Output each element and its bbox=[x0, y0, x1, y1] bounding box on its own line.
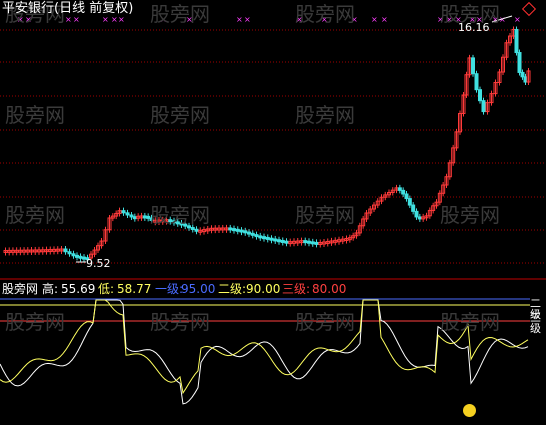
candle bbox=[269, 237, 274, 241]
watermark: 股旁网 bbox=[5, 310, 65, 334]
low-price-label: 9.52 bbox=[86, 257, 111, 270]
level1-value: 95.00 bbox=[181, 282, 216, 296]
watermark: 股旁网 bbox=[295, 203, 355, 227]
candle bbox=[239, 229, 244, 233]
candle bbox=[262, 236, 266, 240]
candle bbox=[254, 234, 259, 238]
candle bbox=[71, 253, 76, 257]
candle bbox=[121, 210, 126, 214]
candle bbox=[78, 255, 83, 259]
indicator-name: 股旁网 bbox=[2, 282, 39, 296]
signal-marker: × bbox=[118, 15, 125, 24]
high-value: 55.69 bbox=[61, 282, 96, 296]
candle bbox=[273, 238, 278, 242]
watermark: 股旁网 bbox=[150, 103, 210, 127]
candle bbox=[247, 231, 251, 235]
candle bbox=[303, 240, 308, 244]
candle bbox=[194, 228, 199, 232]
watermark: 股旁网 bbox=[440, 310, 500, 334]
level3-right-label: 三级 bbox=[530, 311, 541, 335]
low-label: 低: bbox=[98, 282, 115, 296]
candle bbox=[517, 52, 522, 73]
candle bbox=[63, 248, 68, 253]
watermark: 股旁网 bbox=[150, 203, 210, 227]
candle bbox=[250, 232, 255, 236]
signal-marker: × bbox=[111, 15, 118, 24]
level3-value: 80.00 bbox=[312, 282, 347, 296]
candle bbox=[471, 57, 475, 75]
candle bbox=[404, 193, 409, 200]
candle bbox=[411, 204, 416, 212]
watermark: 股旁网 bbox=[295, 2, 355, 26]
chart-window: × × × × × × × × × × × × × × × × × × × × × × × × 股旁网 股旁网 股旁网 股旁网… bbox=[0, 0, 546, 421]
signal-marker: × bbox=[102, 15, 109, 24]
high-label: 高: bbox=[42, 282, 59, 296]
level2-value: 90.00 bbox=[246, 282, 281, 296]
candle bbox=[277, 239, 281, 243]
watermark: 股旁网 bbox=[295, 103, 355, 127]
watermark: 股旁网 bbox=[295, 310, 355, 334]
signal-marker: × bbox=[236, 15, 243, 24]
candle bbox=[129, 214, 134, 218]
candle bbox=[417, 216, 422, 220]
peak-price-label: 16.16 bbox=[458, 21, 490, 34]
candle bbox=[280, 239, 285, 243]
low-value: 58.77 bbox=[117, 282, 152, 296]
candle bbox=[407, 198, 412, 206]
level3-label: 三级: bbox=[282, 282, 311, 296]
candle bbox=[228, 227, 233, 231]
candle bbox=[478, 89, 482, 102]
candle bbox=[514, 28, 519, 54]
chart-title: 平安银行(日线 前复权) bbox=[2, 1, 134, 16]
candle bbox=[243, 230, 248, 234]
candle bbox=[481, 100, 486, 113]
candle bbox=[314, 241, 319, 245]
level1-label: 一级: bbox=[155, 282, 184, 296]
signal-marker: × bbox=[244, 15, 251, 24]
candle bbox=[75, 254, 79, 258]
candle bbox=[265, 236, 270, 240]
candle bbox=[397, 187, 402, 191]
candle bbox=[474, 73, 479, 91]
signal-marker: × bbox=[65, 15, 72, 24]
signal-marker: × bbox=[514, 15, 521, 24]
level2-label: 二级: bbox=[218, 282, 247, 296]
candle bbox=[232, 228, 236, 232]
signal-marker: × bbox=[371, 15, 378, 24]
watermark: 股旁网 bbox=[5, 203, 65, 227]
candle bbox=[520, 71, 525, 78]
watermark: 股旁网 bbox=[150, 310, 210, 334]
signal-marker: × bbox=[73, 15, 80, 24]
candle bbox=[284, 240, 289, 244]
candle bbox=[142, 215, 147, 219]
candle bbox=[307, 240, 311, 244]
candle bbox=[310, 241, 315, 245]
candle bbox=[190, 227, 195, 231]
candle bbox=[414, 210, 419, 218]
candle bbox=[235, 228, 240, 232]
watermark: 股旁网 bbox=[150, 2, 210, 26]
candle bbox=[258, 235, 263, 239]
signal-marker: × bbox=[381, 15, 388, 24]
candle bbox=[67, 251, 72, 255]
candle bbox=[401, 189, 406, 195]
candle bbox=[125, 212, 130, 216]
watermark: 股旁网 bbox=[5, 103, 65, 127]
watermark: 股旁网 bbox=[440, 203, 500, 227]
candle bbox=[132, 216, 137, 220]
face-icon[interactable] bbox=[463, 404, 476, 417]
